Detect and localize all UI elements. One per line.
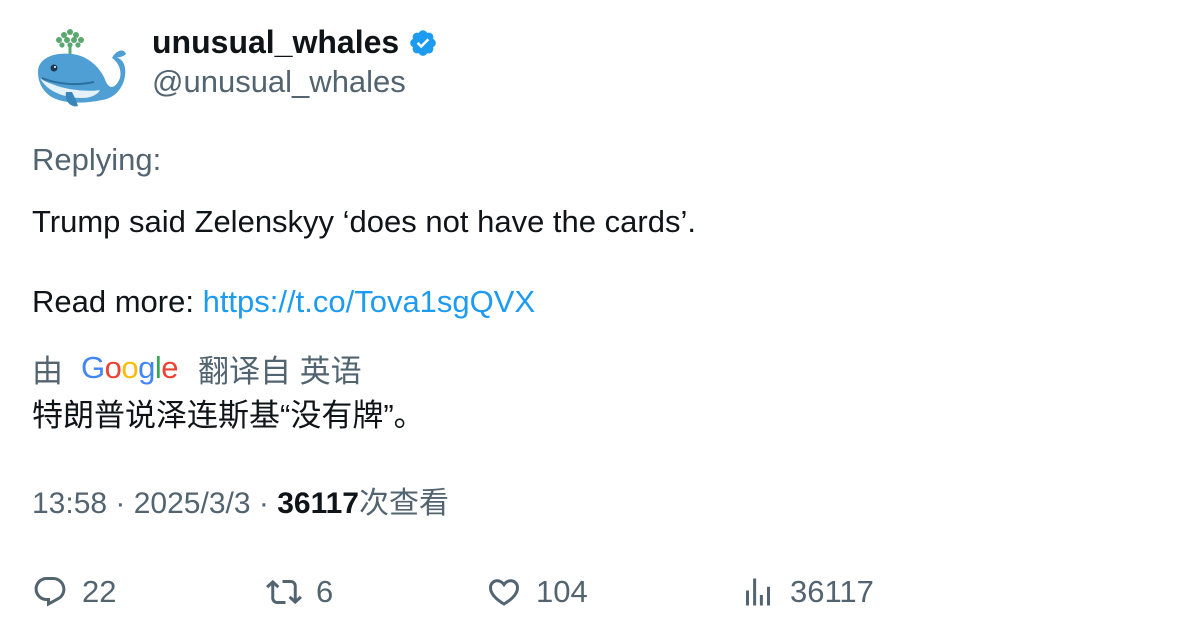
tweet-link[interactable]: https://t.co/Tova1sgQVX [203, 284, 536, 319]
read-more-label: Read more: [32, 284, 203, 319]
translation-attribution: 由 G o o g l e 翻译自 英语 [32, 348, 362, 389]
google-logo-letter: G [81, 350, 105, 385]
google-logo-letter: o [104, 350, 122, 385]
retweet-icon [266, 579, 302, 605]
like-count: 104 [536, 574, 588, 609]
tweet-text: Trump said Zelenskyy ‘does not have the … [32, 204, 696, 239]
retweet-count: 6 [316, 574, 334, 609]
translated-text: 特朗普说泽连斯基“没有牌”。 [32, 398, 425, 433]
reply-icon [34, 577, 66, 607]
replying-label: Replying: [32, 142, 162, 177]
translated-from-label: 翻译自 英语 [198, 353, 362, 389]
tweet-time[interactable]: 13:58 [32, 487, 107, 520]
google-logo[interactable]: G o o g l e [81, 348, 179, 388]
heart-icon [488, 579, 520, 606]
reply-button[interactable]: 22 [32, 572, 116, 612]
author-handle[interactable]: @unusual_whales [152, 62, 406, 102]
tweet-meta: 13:58 · 2025/3/3 · 36117次查看 [32, 484, 449, 524]
display-name[interactable]: unusual_whales [152, 22, 399, 62]
author-name-row[interactable]: unusual_whales [152, 22, 438, 62]
translated-by-label: 由 [32, 353, 63, 389]
meta-separator: · [107, 487, 134, 520]
avatar[interactable] [32, 26, 128, 112]
meta-separator: · [250, 487, 278, 520]
tweet-date[interactable]: 2025/3/3 [134, 487, 251, 520]
whale-avatar-icon [38, 29, 126, 107]
google-logo-letter: o [121, 350, 139, 385]
verified-badge-icon [410, 30, 436, 56]
views-label: 次查看 [358, 487, 449, 520]
reply-count: 22 [82, 574, 117, 609]
google-logo-letter: g [138, 350, 155, 385]
analytics-icon [746, 578, 770, 606]
views-action-count: 36117 [790, 574, 874, 609]
views-count: 36117 [277, 487, 359, 520]
read-more-line: Read more: https://t.co/Tova1sgQVX [32, 282, 535, 322]
like-button[interactable]: 104 [486, 572, 588, 612]
views-button[interactable]: 36117 [740, 572, 874, 612]
retweet-button[interactable]: 6 [266, 572, 333, 612]
google-logo-letter: e [161, 350, 179, 385]
